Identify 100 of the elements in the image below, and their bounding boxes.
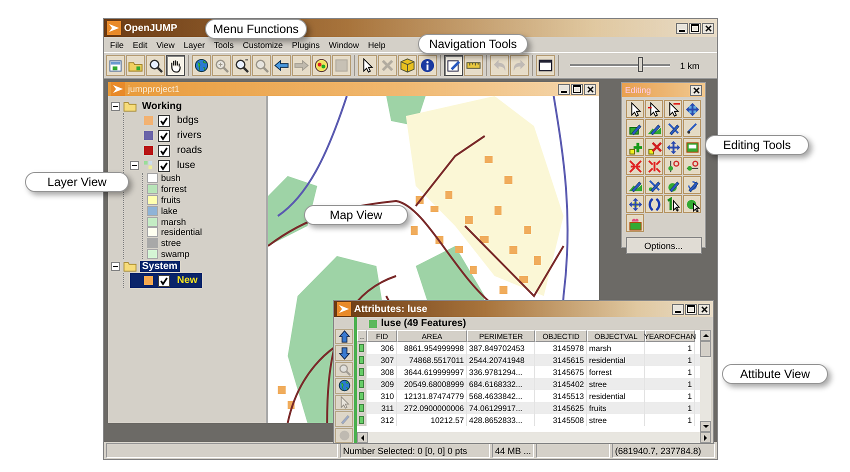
close-button[interactable]	[584, 84, 596, 94]
memory-text: 44 MB ...	[492, 443, 534, 458]
checkbox[interactable]	[158, 160, 170, 172]
editing-tool-button[interactable]	[683, 195, 701, 213]
menu-item[interactable]: Help	[368, 40, 386, 50]
editing-tool-button[interactable]	[664, 176, 682, 194]
menu-item[interactable]: Plugins	[292, 40, 320, 50]
minimize-button[interactable]	[672, 304, 684, 314]
legend-label: fruits	[161, 194, 181, 205]
toolbar-button[interactable]	[536, 55, 555, 76]
table-cell: 311	[367, 402, 397, 414]
table-cell: 3145402	[535, 378, 587, 390]
scale-label: 1 km	[680, 60, 700, 70]
options-button[interactable]: Options...	[626, 237, 702, 254]
expander-icon[interactable]	[111, 262, 120, 271]
arrows-out-icon	[646, 158, 662, 174]
menu-item[interactable]: View	[156, 40, 175, 50]
layer-group-label[interactable]: Working	[140, 100, 184, 112]
layer-label[interactable]: bdgs	[175, 115, 201, 126]
box-icon	[400, 58, 415, 73]
logo-icon	[111, 82, 125, 96]
callout-label: Layer View	[25, 172, 129, 192]
legend-label: stree	[161, 238, 182, 248]
close-button[interactable]	[702, 22, 714, 34]
magnifier-icon	[254, 58, 269, 73]
editing-tool-button[interactable]	[626, 176, 644, 194]
magnifier-icon	[338, 363, 350, 376]
arrow-left-icon	[274, 58, 289, 73]
magnifier-icon	[148, 58, 163, 73]
menu-item[interactable]: Layer	[184, 40, 205, 50]
table-cell: stree	[587, 378, 645, 390]
editing-tool-button[interactable]	[664, 119, 682, 137]
pencil-icon	[684, 120, 700, 136]
coordinates-text: (681940.7, 237784.8)	[612, 443, 715, 458]
table-cell: 428.8652833...	[467, 414, 535, 426]
legend-label: marsh	[161, 216, 186, 227]
window-title: OpenJUMP	[124, 22, 178, 34]
table-cell: 307	[367, 354, 397, 366]
side-tool-button[interactable]	[335, 378, 353, 394]
layer-label[interactable]: luse	[175, 160, 198, 171]
table-cell: 74.06129917...	[467, 402, 535, 414]
new-layer-icon	[108, 58, 123, 73]
side-tool-button[interactable]	[335, 329, 353, 344]
menu-item[interactable]: Window	[328, 40, 360, 50]
editing-tool-button[interactable]	[645, 176, 663, 194]
layer-label[interactable]: rivers	[175, 130, 204, 141]
layer-label[interactable]: roads	[175, 145, 204, 156]
layer-group-label[interactable]: System	[140, 260, 180, 272]
toolbar-button[interactable]	[232, 55, 251, 76]
editing-tool-button[interactable]	[626, 100, 644, 118]
expander-icon[interactable]	[130, 161, 139, 170]
maximize-button[interactable]	[689, 22, 701, 34]
checkbox[interactable]	[158, 144, 170, 156]
cross-icon	[380, 58, 395, 73]
layer-label[interactable]: New	[175, 275, 200, 286]
maximize-button[interactable]	[571, 84, 583, 94]
menu-item[interactable]: Edit	[132, 40, 148, 50]
toolbar-button[interactable]	[166, 55, 185, 76]
minimize-button[interactable]	[676, 22, 688, 34]
editing-tool-button[interactable]	[645, 119, 663, 137]
toolbar-button[interactable]	[146, 55, 165, 76]
brackets-icon	[646, 196, 662, 212]
close-button[interactable]	[690, 84, 702, 96]
menu-item[interactable]: File	[110, 40, 124, 50]
toolbar-button[interactable]	[444, 55, 463, 76]
window-title: Attributes: luse	[354, 304, 428, 314]
rectangle-icon	[684, 140, 700, 154]
menu-item[interactable]: Customize	[242, 40, 283, 50]
table-cell: 2544.20741948	[467, 354, 535, 366]
toolbar-button[interactable]	[418, 55, 437, 76]
minimize-button[interactable]	[558, 84, 570, 94]
cursor-icon	[666, 196, 680, 212]
table-cell: 1	[645, 402, 695, 414]
expander-icon[interactable]	[111, 102, 120, 110]
editing-tool-button[interactable]	[626, 119, 644, 137]
checkbox[interactable]	[158, 130, 170, 142]
checkbox[interactable]	[158, 274, 170, 287]
editing-tool-button[interactable]	[664, 100, 682, 118]
hand-icon	[168, 58, 183, 73]
horizontal-scrollbar[interactable]	[357, 432, 711, 443]
toolbar-button[interactable]	[192, 55, 211, 76]
toolbar-button[interactable]	[272, 55, 291, 76]
side-tool-button[interactable]	[335, 345, 353, 361]
editing-tool-button[interactable]	[664, 195, 682, 213]
node-icon	[666, 158, 680, 174]
checkbox[interactable]	[158, 114, 170, 126]
editing-tool-button[interactable]	[645, 100, 663, 118]
arrow-down-icon	[338, 346, 350, 360]
scale-slider-thumb[interactable]	[638, 57, 643, 72]
toolbar-button[interactable]	[358, 55, 377, 76]
legend-label: swamp	[161, 248, 190, 259]
editing-tool-button[interactable]	[645, 195, 663, 213]
table-cell: 10212.57	[397, 414, 467, 426]
maximize-button[interactable]	[685, 304, 697, 314]
toolbar-button[interactable]	[312, 55, 331, 76]
editing-tool-button[interactable]	[683, 176, 701, 194]
menu-item[interactable]: Tools	[214, 40, 234, 50]
vertical-scrollbar[interactable]	[700, 330, 711, 432]
move-arrows-icon	[666, 140, 680, 154]
close-button[interactable]	[698, 304, 710, 314]
